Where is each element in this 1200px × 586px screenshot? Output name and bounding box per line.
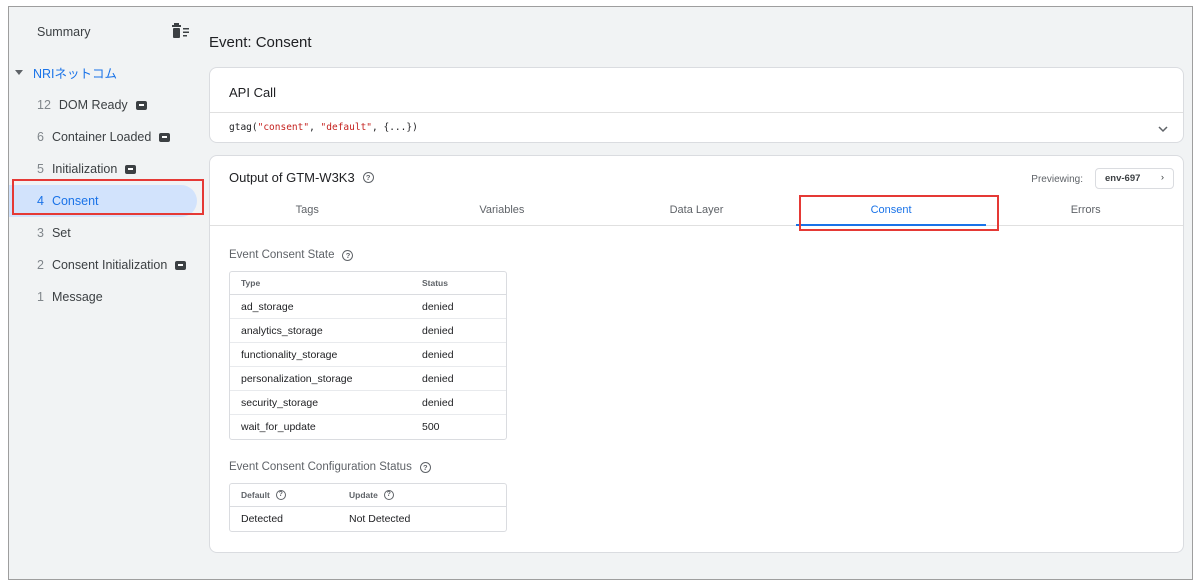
help-icon[interactable]: ? — [383, 490, 394, 500]
event-item-consent[interactable]: 4 Consent — [9, 185, 197, 217]
expand-triangle-icon[interactable] — [15, 70, 23, 75]
column-header-default-text: Default — [241, 490, 270, 500]
sidebar: Summary NRIネットコム 12 DOM Ready 6 Containe… — [9, 7, 209, 579]
table-row: wait_for_update 500 — [230, 415, 506, 439]
consent-type: analytics_storage — [241, 324, 323, 337]
chevron-down-icon[interactable] — [1157, 123, 1169, 135]
column-header-default: Default ? — [230, 490, 349, 500]
container-node[interactable]: NRIネットコム — [15, 63, 117, 82]
event-label: Message — [51, 290, 103, 304]
event-number: 4 — [37, 194, 44, 208]
column-header-status: Status — [422, 278, 448, 288]
output-card: Output of GTM-W3K3 ? Previewing: env-697… — [209, 155, 1184, 553]
event-item-initialization[interactable]: 5 Initialization — [9, 153, 209, 185]
event-number: 6 — [37, 130, 44, 144]
column-header-update-text: Update — [349, 490, 378, 500]
event-number: 2 — [37, 258, 44, 272]
tab-tags[interactable]: Tags — [210, 196, 405, 225]
previewing-label: Previewing: — [1031, 174, 1083, 185]
event-label: Container Loaded — [51, 130, 152, 144]
event-item-dom-ready[interactable]: 12 DOM Ready — [9, 89, 209, 121]
table-row: analytics_storage denied — [230, 319, 506, 343]
consent-type: ad_storage — [241, 300, 294, 313]
divider — [210, 112, 1183, 113]
tag-badge-icon — [175, 260, 187, 270]
event-number: 3 — [37, 226, 44, 240]
event-label: DOM Ready — [58, 98, 128, 112]
table-row: functionality_storage denied — [230, 343, 506, 367]
tag-badge-icon — [125, 164, 137, 174]
tab-variables[interactable]: Variables — [405, 196, 600, 225]
consent-status: denied — [422, 396, 454, 409]
table-row: personalization_storage denied — [230, 367, 506, 391]
tag-badge-icon — [135, 100, 147, 110]
event-label: Consent Initialization — [51, 258, 168, 272]
consent-state-heading: Event Consent State ? — [229, 249, 354, 261]
event-list: 12 DOM Ready 6 Container Loaded 5 Initia… — [9, 89, 209, 313]
event-label: Initialization — [51, 162, 118, 176]
consent-type: wait_for_update — [241, 421, 316, 433]
trash-icon[interactable] — [171, 22, 191, 40]
container-name: NRIネットコム — [33, 67, 118, 81]
output-title: Output of GTM-W3K3 ? — [229, 170, 374, 185]
config-status-title: Event Consent Configuration Status — [229, 461, 412, 473]
config-status-table: Default ? Update ? Detected Not Detected — [229, 483, 507, 532]
event-item-set[interactable]: 3 Set — [9, 217, 209, 249]
table-header: Default ? Update ? — [230, 484, 506, 507]
app-frame: Summary NRIネットコム 12 DOM Ready 6 Containe… — [8, 6, 1193, 580]
table-row: ad_storage denied — [230, 295, 506, 319]
config-status-heading: Event Consent Configuration Status ? — [229, 461, 431, 473]
table-row: security_storage denied — [230, 391, 506, 415]
environment-button[interactable]: env-697 › — [1095, 168, 1174, 189]
event-item-consent-initialization[interactable]: 2 Consent Initialization — [9, 249, 209, 281]
event-item-message[interactable]: 1 Message — [9, 281, 209, 313]
tab-consent[interactable]: Consent — [794, 196, 989, 226]
output-tabs: Tags Variables Data Layer Consent Errors — [210, 196, 1183, 226]
event-number: 1 — [37, 290, 44, 304]
column-header-type: Type — [241, 278, 261, 288]
update-status: Not Detected — [349, 513, 411, 525]
event-label: Set — [51, 226, 71, 240]
output-title-text: Output of GTM-W3K3 — [229, 170, 355, 185]
consent-state-title: Event Consent State — [229, 249, 335, 261]
tag-badge-icon — [159, 132, 171, 142]
tab-errors[interactable]: Errors — [988, 196, 1183, 225]
default-status: Detected — [241, 513, 284, 525]
help-icon[interactable]: ? — [362, 172, 374, 183]
tab-data-layer[interactable]: Data Layer — [599, 196, 794, 225]
consent-status: denied — [422, 348, 454, 361]
event-item-container-loaded[interactable]: 6 Container Loaded — [9, 121, 209, 153]
event-number: 5 — [37, 162, 44, 176]
consent-type: security_storage — [241, 396, 319, 409]
consent-status: 500 — [422, 421, 440, 433]
consent-status: denied — [422, 372, 454, 385]
event-number: 12 — [37, 98, 51, 112]
page-title: Event: Consent — [209, 34, 312, 51]
column-header-update: Update ? — [349, 490, 394, 500]
consent-status: denied — [422, 300, 454, 313]
summary-link[interactable]: Summary — [37, 25, 90, 39]
api-call-card: API Call gtag("consent", "default", {...… — [209, 67, 1184, 143]
consent-type: functionality_storage — [241, 348, 338, 361]
table-row: Detected Not Detected — [230, 507, 506, 531]
chevron-right-icon: › — [1160, 172, 1164, 183]
api-call-title: API Call — [229, 85, 276, 100]
consent-state-table: Type Status ad_storage denied analytics_… — [229, 271, 507, 440]
table-header: Type Status — [230, 272, 506, 295]
consent-status: denied — [422, 324, 454, 337]
event-label: Consent — [51, 194, 99, 208]
help-icon[interactable]: ? — [275, 490, 286, 500]
environment-label: env-697 — [1105, 173, 1141, 184]
api-call-code: gtag("consent", "default", {...}) — [229, 122, 418, 133]
consent-type: personalization_storage — [241, 372, 353, 385]
help-icon[interactable]: ? — [342, 249, 354, 261]
help-icon[interactable]: ? — [419, 461, 431, 473]
